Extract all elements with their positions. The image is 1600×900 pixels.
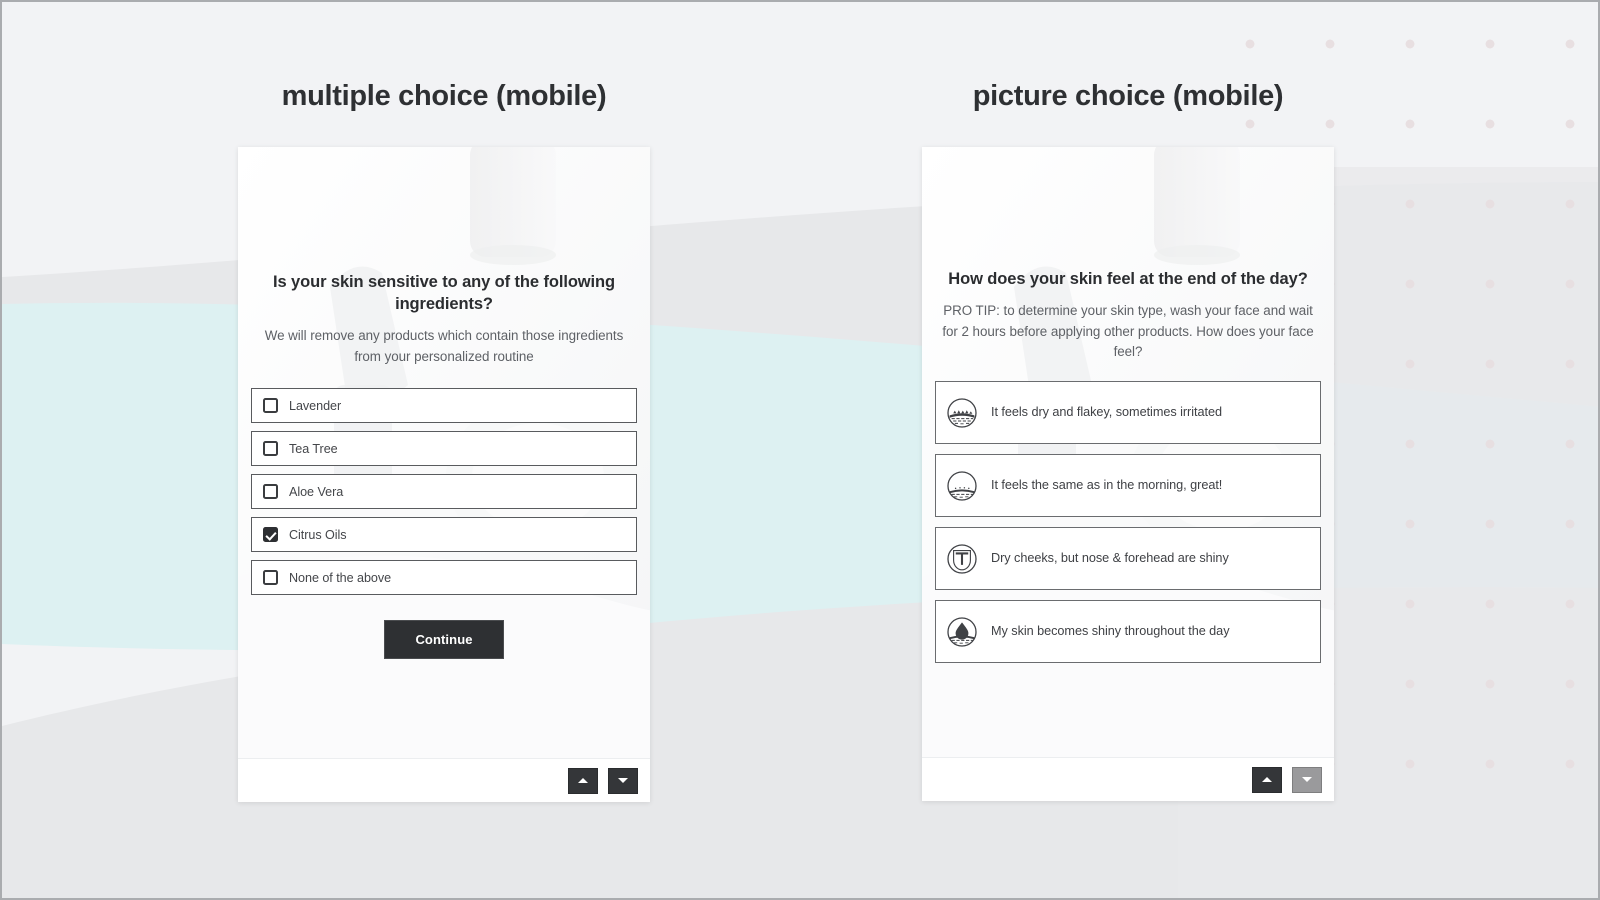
checkbox-none-of-the-above[interactable]	[263, 570, 278, 586]
column-title-picture-choice: picture choice (mobile)	[972, 80, 1284, 112]
option-label-none-of-the-above: None of the above	[289, 570, 392, 585]
option-label-t-zone: Dry cheeks, but nose & forehead are shin…	[991, 551, 1229, 566]
column-multiple-choice: multiple choice (mobile)	[238, 80, 650, 113]
t-zone-icon	[947, 544, 977, 574]
question-subtext-multiple-choice: We will remove any products which contai…	[264, 327, 624, 364]
screen-body-picture-choice: How does your skin feel at the end of th…	[922, 147, 1334, 664]
option-row-t-zone[interactable]: Dry cheeks, but nose & forehead are shin…	[935, 527, 1321, 591]
option-label-citrus-oils: Citrus Oils	[289, 527, 347, 542]
option-label-lavender: Lavender	[289, 398, 342, 413]
option-row-tea-tree[interactable]: Tea Tree	[251, 431, 637, 467]
scroll-down-button-multiple-choice[interactable]	[608, 767, 638, 794]
option-list-multiple-choice: Lavender Tea Tree Aloe Vera Citrus Oils	[251, 388, 637, 596]
checkbox-tea-tree[interactable]	[263, 441, 278, 457]
continue-button[interactable]: Continue	[384, 620, 504, 660]
phone-screen-multiple-choice: Is your skin sensitive to any of the fol…	[238, 147, 650, 758]
column-picture-choice: picture choice (mobile)	[922, 80, 1334, 113]
oily-droplet-icon	[947, 617, 977, 647]
option-label-tea-tree: Tea Tree	[289, 441, 338, 456]
option-row-aloe-vera[interactable]: Aloe Vera	[251, 474, 637, 510]
option-label-dry-flakey: It feels dry and flakey, sometimes irrit…	[991, 405, 1222, 420]
option-list-picture-choice: It feels dry and flakey, sometimes irrit…	[935, 381, 1321, 664]
column-title-multiple-choice: multiple choice (mobile)	[281, 80, 607, 112]
option-label-aloe-vera: Aloe Vera	[289, 484, 344, 499]
triangle-down-icon	[1302, 777, 1312, 782]
triangle-up-icon	[578, 778, 588, 783]
option-row-normal-skin[interactable]: It feels the same as in the morning, gre…	[935, 454, 1321, 518]
question-subtext-picture-choice: PRO TIP: to determine your skin type, wa…	[942, 302, 1314, 360]
scroll-up-button-picture-choice[interactable]	[1252, 766, 1282, 793]
triangle-up-icon	[1262, 777, 1272, 782]
option-row-none-of-the-above[interactable]: None of the above	[251, 560, 637, 596]
submit-area-multiple-choice: Continue	[251, 620, 637, 660]
phone-frame-picture-choice: How does your skin feel at the end of th…	[922, 147, 1334, 801]
triangle-down-icon	[618, 778, 628, 783]
phone-footer-multiple-choice	[238, 758, 650, 802]
normal-skin-icon	[947, 471, 977, 501]
option-row-dry-flakey[interactable]: It feels dry and flakey, sometimes irrit…	[935, 381, 1321, 445]
checkbox-lavender[interactable]	[263, 398, 278, 414]
option-label-normal-skin: It feels the same as in the morning, gre…	[991, 478, 1223, 493]
checkbox-aloe-vera[interactable]	[263, 484, 278, 500]
phone-footer-picture-choice	[922, 757, 1334, 801]
checkbox-citrus-oils[interactable]	[263, 527, 278, 543]
option-row-oily-skin[interactable]: My skin becomes shiny throughout the day	[935, 600, 1321, 664]
question-title-picture-choice: How does your skin feel at the end of th…	[948, 270, 1308, 288]
screen-body-multiple-choice: Is your skin sensitive to any of the fol…	[238, 147, 650, 660]
question-title-multiple-choice: Is your skin sensitive to any of the fol…	[273, 273, 615, 313]
option-row-citrus-oils[interactable]: Citrus Oils	[251, 517, 637, 553]
scroll-up-button-multiple-choice[interactable]	[568, 767, 598, 794]
option-row-lavender[interactable]: Lavender	[251, 388, 637, 424]
phone-screen-picture-choice: How does your skin feel at the end of th…	[922, 147, 1334, 757]
screenshot-canvas: multiple choice (mobile) Is your skin se…	[0, 0, 1600, 900]
option-label-oily-skin: My skin becomes shiny throughout the day	[991, 624, 1230, 639]
phone-frame-multiple-choice: Is your skin sensitive to any of the fol…	[238, 147, 650, 802]
scroll-down-button-picture-choice[interactable]	[1292, 766, 1322, 793]
dry-skin-icon	[947, 398, 977, 428]
